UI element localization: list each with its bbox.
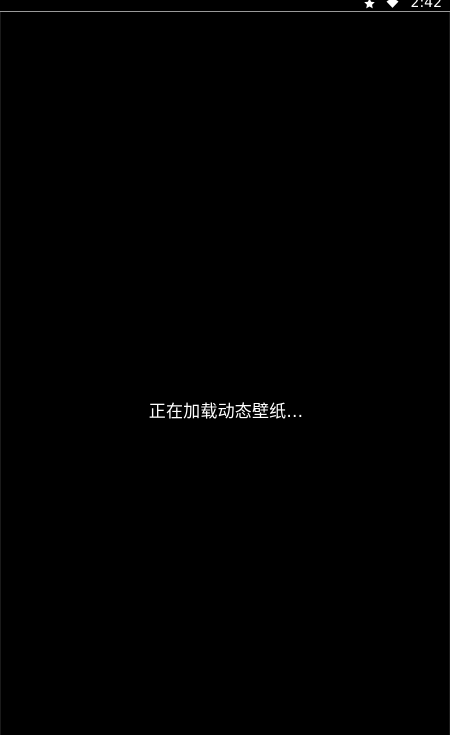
loading-message: 正在加载动态壁纸... bbox=[148, 402, 304, 422]
status-bar: 2:42 bbox=[0, 0, 450, 12]
status-icons: 2:42 bbox=[363, 0, 442, 11]
wallpaper-preview-area: 正在加载动态壁纸... bbox=[0, 12, 450, 735]
wifi-icon bbox=[386, 0, 399, 10]
live-wallpaper-screen: 2:42 正在加载动态壁纸... bbox=[0, 0, 450, 735]
status-time: 2:42 bbox=[410, 0, 442, 11]
star-icon bbox=[363, 0, 376, 10]
